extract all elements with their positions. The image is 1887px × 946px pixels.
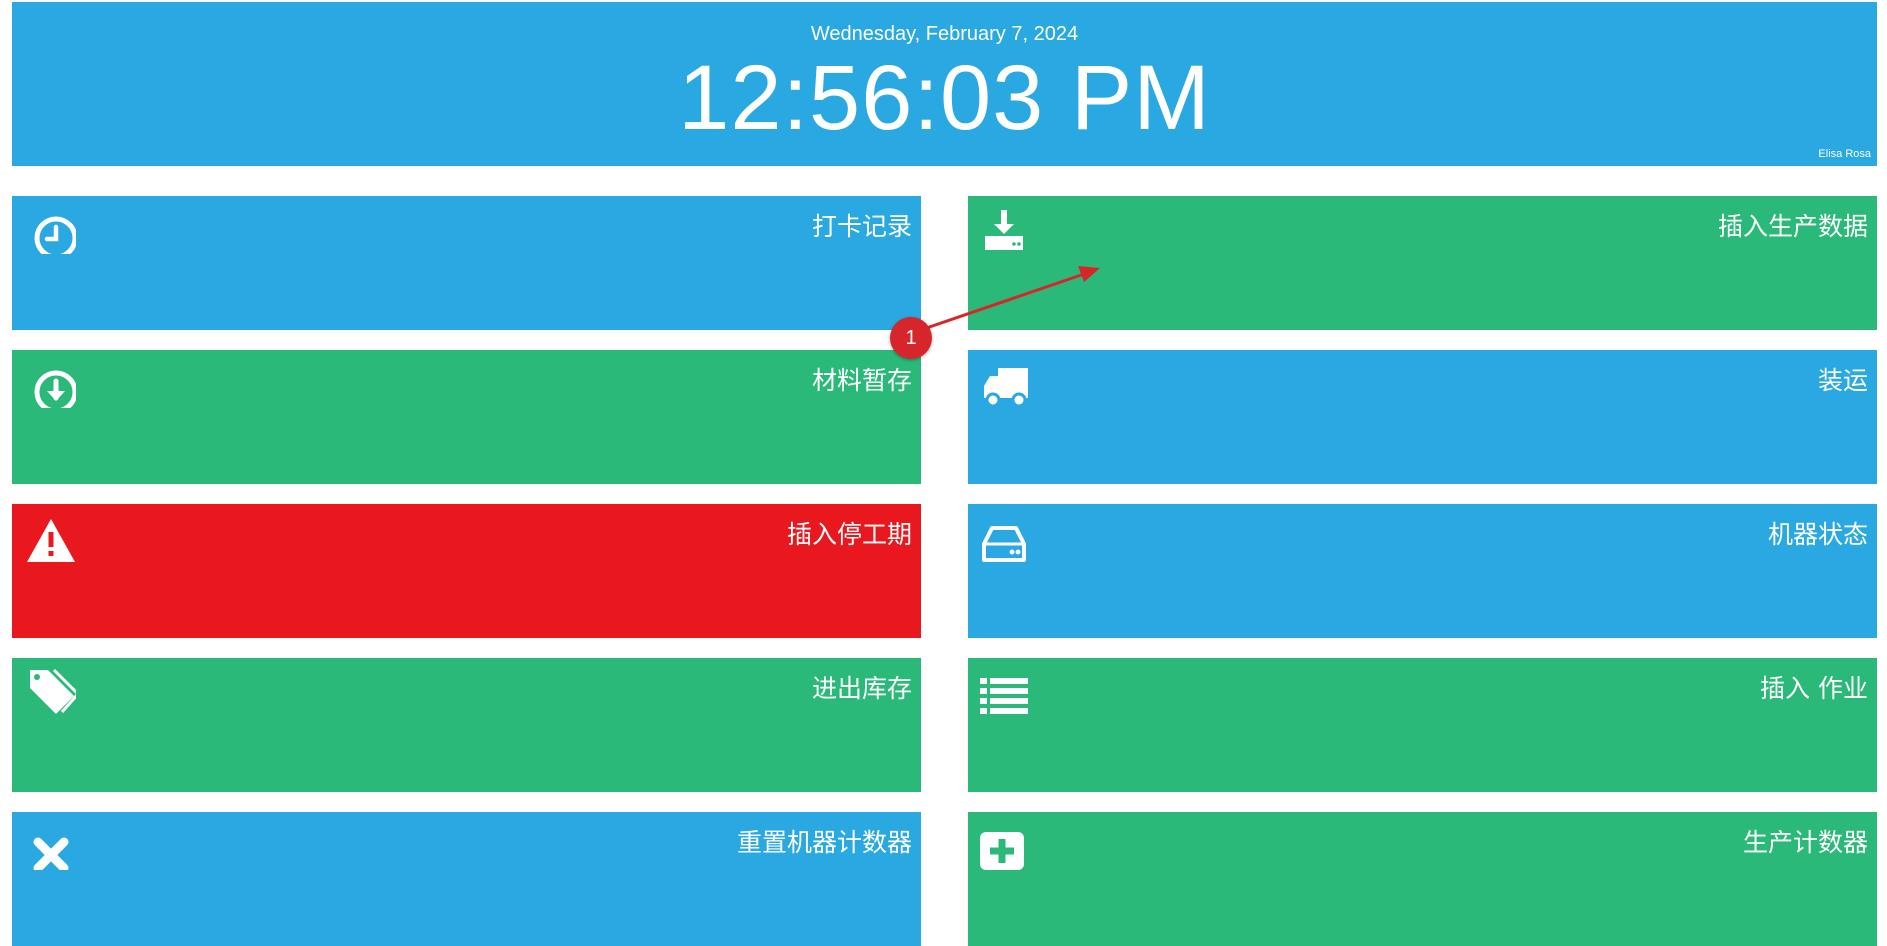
tile-label: 插入生产数据 <box>1717 212 1868 241</box>
tile-insert-job[interactable]: 插入 作业 <box>968 658 1877 792</box>
tile-insert-downtime[interactable]: 插入停工期 <box>12 504 921 638</box>
annotation-badge: 1 <box>890 317 932 359</box>
tile-clock-records[interactable]: 打卡记录 <box>12 196 921 330</box>
list-icon <box>980 678 1028 714</box>
clock-header: Wednesday, February 7, 2024 12:56:03 PM … <box>12 2 1877 166</box>
tile-label: 生产计数器 <box>1742 828 1868 857</box>
tile-label: 插入停工期 <box>786 520 912 549</box>
clock-icon <box>34 216 76 254</box>
hdd-icon <box>982 526 1026 562</box>
current-date: Wednesday, February 7, 2024 <box>810 23 1079 45</box>
tile-label: 插入 作业 <box>1760 674 1868 703</box>
tile-label: 重置机器计数器 <box>736 828 912 857</box>
tile-reset-machine-counter[interactable]: 重置机器计数器 <box>12 812 921 946</box>
tile-material-storage[interactable]: 材料暂存 <box>12 350 921 484</box>
tile-label: 打卡记录 <box>811 212 912 241</box>
tile-label: 进出库存 <box>811 674 912 703</box>
user-name: Elisa Rosa <box>1818 148 1871 160</box>
tile-label: 装运 <box>1817 366 1868 395</box>
warning-icon <box>27 519 75 562</box>
truck-icon <box>984 368 1028 408</box>
tile-shipping[interactable]: 装运 <box>968 350 1877 484</box>
tile-label: 机器状态 <box>1767 520 1868 549</box>
tile-machine-status[interactable]: 机器状态 <box>968 504 1877 638</box>
tile-insert-production-data[interactable]: 插入生产数据 <box>968 196 1877 330</box>
current-time: 12:56:03 PM <box>678 47 1211 149</box>
tags-icon <box>30 668 76 714</box>
tile-production-counter[interactable]: 生产计数器 <box>968 812 1877 946</box>
download-circle-icon <box>34 370 76 408</box>
tile-inventory-inout[interactable]: 进出库存 <box>12 658 921 792</box>
tile-label: 材料暂存 <box>811 366 912 395</box>
plus-square-icon <box>980 832 1024 870</box>
close-icon <box>33 837 69 870</box>
download-tray-icon <box>985 210 1023 250</box>
